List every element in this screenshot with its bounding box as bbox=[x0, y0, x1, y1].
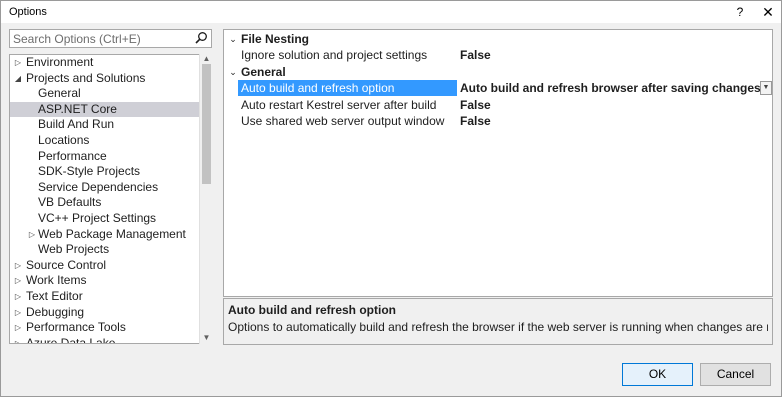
cancel-button[interactable]: Cancel bbox=[700, 363, 771, 386]
tree-item[interactable]: ▷ Azure Data Lake bbox=[10, 335, 199, 344]
expanded-arrow-icon[interactable]: ◢ bbox=[13, 71, 23, 87]
tree-item[interactable]: ▷ Source Control bbox=[10, 258, 199, 274]
tree-item-label: Text Editor bbox=[26, 289, 83, 303]
tree-item-label: Source Control bbox=[26, 257, 107, 272]
tree-item[interactable]: Performance bbox=[10, 149, 199, 165]
property-value[interactable]: False bbox=[459, 97, 770, 113]
tree-item-label: Web Package Management bbox=[38, 226, 186, 241]
description-text: Options to automatically build and refre… bbox=[228, 320, 768, 334]
collapsed-arrow-icon[interactable]: ▷ bbox=[13, 273, 23, 289]
ok-button[interactable]: OK bbox=[622, 363, 693, 386]
property-grid: ⌄ File Nesting Ignore solution and project… bbox=[223, 29, 773, 297]
chevron-down-icon[interactable]: ⌄ bbox=[228, 31, 238, 47]
tree-item-label: General bbox=[38, 86, 81, 101]
property-row[interactable]: Auto restart Kestrel server after build F… bbox=[224, 97, 772, 113]
tree-item[interactable]: Build And Run bbox=[10, 117, 199, 133]
property-name[interactable]: Auto build and refresh option bbox=[238, 80, 457, 97]
property-value[interactable]: False bbox=[459, 113, 770, 129]
tree-item-label: Work Items bbox=[26, 273, 87, 288]
tree-item-label: Projects and Solutions bbox=[26, 70, 146, 85]
tree-item[interactable]: ▷ Web Package Management bbox=[10, 227, 199, 243]
tree-item[interactable]: ▷ Work Items bbox=[10, 273, 199, 289]
collapsed-arrow-icon[interactable]: ▷ bbox=[13, 258, 23, 274]
close-button[interactable]: ✕ bbox=[757, 3, 779, 21]
dropdown-arrow-icon[interactable]: ▼ bbox=[760, 81, 772, 96]
tree-item-label: Performance bbox=[38, 148, 107, 163]
options-dialog: Options ? ✕ ▷Environment◢Projects and So… bbox=[0, 0, 782, 397]
tree-item-label: SDK-Style Projects bbox=[38, 164, 141, 179]
tree-item-label: Environment bbox=[26, 55, 94, 69]
help-button[interactable]: ? bbox=[729, 3, 751, 21]
property-name[interactable]: Use shared web server output window bbox=[238, 113, 457, 129]
scroll-thumb[interactable] bbox=[202, 64, 211, 184]
description-title: Auto build and refresh option bbox=[228, 303, 396, 317]
collapsed-arrow-icon[interactable]: ▷ bbox=[13, 320, 23, 336]
tree-item-label: Debugging bbox=[26, 304, 85, 319]
tree-item-label: ASP.NET Core bbox=[38, 101, 117, 116]
tree-scrollbar[interactable]: ▲ ▼ bbox=[199, 54, 212, 344]
search-input[interactable] bbox=[13, 31, 193, 46]
tree-item-label: Azure Data Lake bbox=[26, 335, 116, 344]
collapsed-arrow-icon[interactable]: ▷ bbox=[27, 227, 37, 243]
window-title: Options bbox=[9, 6, 47, 18]
tree-item[interactable]: ASP.NET Core bbox=[10, 101, 199, 118]
tree-item[interactable]: ▷ Text Editor bbox=[10, 289, 199, 305]
tree-item-label: VC++ Project Settings bbox=[38, 211, 157, 225]
tree-item[interactable]: General bbox=[10, 86, 199, 102]
property-value[interactable]: Auto build and refresh browser after sav… bbox=[459, 80, 770, 96]
tree-item[interactable]: Locations bbox=[10, 133, 199, 149]
title-bar: Options ? ✕ bbox=[1, 1, 781, 23]
category-label: File Nesting bbox=[241, 32, 310, 46]
description-pane: Auto build and refresh option Options to… bbox=[223, 298, 773, 345]
property-row[interactable]: Ignore solution and project settings Fals… bbox=[224, 47, 772, 63]
options-tree: ▷ Environment ◢ Projects and Solutions Gener… bbox=[9, 54, 212, 344]
chevron-down-icon[interactable]: ⌄ bbox=[228, 64, 238, 80]
property-name[interactable]: Auto restart Kestrel server after build bbox=[238, 97, 457, 113]
tree-item[interactable]: Web Projects bbox=[10, 242, 199, 258]
collapsed-arrow-icon[interactable]: ▷ bbox=[13, 305, 23, 321]
property-row[interactable]: Use shared web server output window False bbox=[224, 113, 772, 129]
collapsed-arrow-icon[interactable]: ▷ bbox=[13, 55, 23, 71]
scroll-down-arrow[interactable]: ▼ bbox=[200, 333, 213, 343]
tree-item[interactable]: ▷ Debugging bbox=[10, 305, 199, 321]
tree-item[interactable]: ▷ Performance Tools bbox=[10, 320, 199, 336]
tree-item[interactable]: ◢ Projects and Solutions bbox=[10, 71, 199, 87]
grid-category[interactable]: ⌄ General bbox=[224, 64, 772, 80]
tree-item-label: Web Projects bbox=[38, 242, 110, 257]
tree-item-label: Service Dependencies bbox=[38, 179, 159, 194]
tree-item[interactable]: SDK-Style Projects bbox=[10, 164, 199, 180]
search-icon[interactable] bbox=[194, 31, 208, 45]
search-box[interactable] bbox=[9, 29, 212, 48]
collapsed-arrow-icon[interactable]: ▷ bbox=[13, 289, 23, 305]
property-name[interactable]: Ignore solution and project settings bbox=[238, 47, 457, 63]
tree-item-label: Locations bbox=[38, 133, 90, 147]
tree-item-label: Performance Tools bbox=[26, 320, 126, 335]
tree-item[interactable]: Service Dependencies bbox=[10, 180, 199, 196]
property-value[interactable]: False bbox=[459, 47, 770, 63]
tree-item[interactable]: ▷ Environment bbox=[10, 55, 199, 71]
property-row[interactable]: Auto build and refresh option Auto build … bbox=[224, 80, 772, 97]
tree-item-label: Build And Run bbox=[38, 117, 115, 132]
collapsed-arrow-icon[interactable]: ▷ bbox=[13, 336, 23, 343]
tree-item-label: VB Defaults bbox=[38, 195, 102, 210]
scroll-up-arrow[interactable]: ▲ bbox=[200, 54, 213, 64]
tree-item[interactable]: VB Defaults bbox=[10, 195, 199, 211]
tree-item[interactable]: VC++ Project Settings bbox=[10, 211, 199, 227]
grid-category[interactable]: ⌄ File Nesting bbox=[224, 31, 772, 47]
category-label: General bbox=[241, 64, 286, 79]
